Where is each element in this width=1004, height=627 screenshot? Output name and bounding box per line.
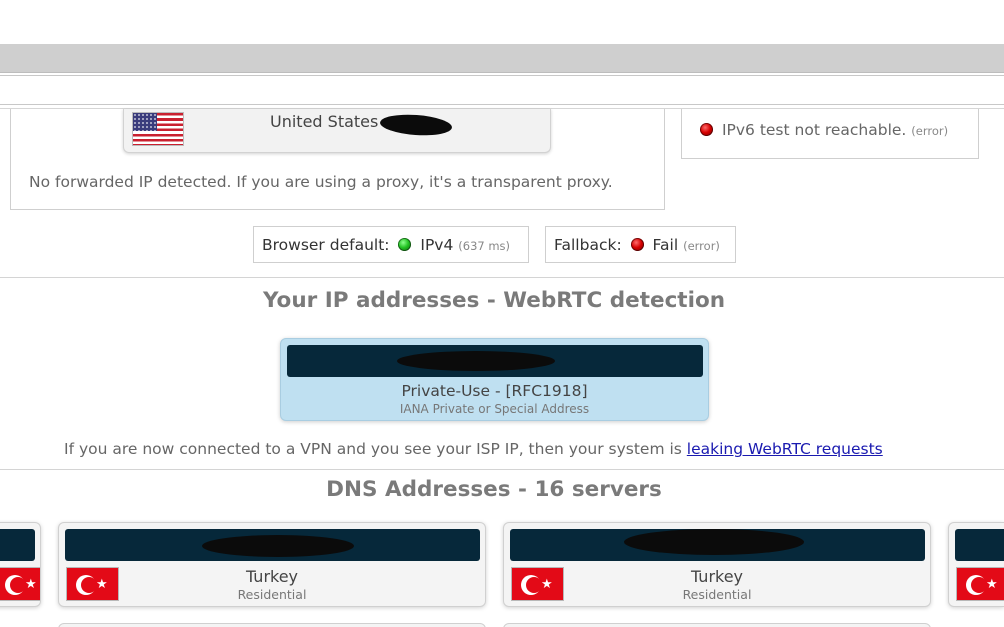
redaction-mark xyxy=(379,112,453,138)
ipv4-country: United States xyxy=(270,112,379,131)
webrtc-section-title: Your IP addresses - WebRTC detection xyxy=(262,288,726,313)
webrtc-leak-link[interactable]: leaking WebRTC requests xyxy=(687,440,883,458)
dns-ip-address-bar xyxy=(955,529,1004,561)
ipv6-status-note: (error) xyxy=(911,124,949,138)
divider xyxy=(0,469,1004,470)
green-status-icon xyxy=(398,238,412,251)
fallback-box: Fallback: Fail (error) xyxy=(545,226,736,263)
dns-server-card: ★ Turkey Residential xyxy=(503,522,931,607)
ipv6-status-text: IPv6 test not reachable. xyxy=(721,121,907,139)
dns-server-card: ★ Turkey Residential xyxy=(58,522,486,607)
proxy-message: No forwarded IP detected. If you are usi… xyxy=(29,173,613,191)
fallback-label: Fallback: xyxy=(554,236,622,254)
browser-default-label: Browser default: xyxy=(262,236,390,254)
dns-ip-address-bar xyxy=(0,529,35,561)
fallback-note: (error) xyxy=(683,239,720,253)
browser-default-latency: (637 ms) xyxy=(458,239,511,253)
red-status-icon xyxy=(630,238,644,251)
red-status-icon xyxy=(700,123,713,136)
browser-default-protocol: IPv4 xyxy=(420,236,454,254)
redaction-mark xyxy=(624,529,804,555)
webrtc-address-type: Private-Use - [RFC1918] xyxy=(401,382,588,400)
ipv4-location-card: United States xyxy=(123,109,551,153)
redaction-mark xyxy=(202,535,354,557)
redaction-mark xyxy=(397,351,555,371)
turkey-flag-icon: ★ xyxy=(0,567,40,601)
fallback-result: Fail xyxy=(652,236,679,254)
webrtc-ip-card: Private-Use - [RFC1918] IANA Private or … xyxy=(280,338,709,421)
dns-server-country: Turkey xyxy=(245,567,299,586)
dns-server-card: ★ xyxy=(0,522,41,607)
browser-default-box: Browser default: IPv4 (637 ms) xyxy=(253,226,529,263)
browser-address-strip[interactable] xyxy=(0,75,1004,105)
dns-section-title: DNS Addresses - 16 servers xyxy=(326,477,662,502)
dns-server-type: Residential xyxy=(237,587,307,602)
browser-toolbar xyxy=(0,44,1004,73)
dns-server-card xyxy=(58,623,486,627)
browser-top-area xyxy=(0,0,1004,44)
dns-server-card: ★ xyxy=(948,522,1004,607)
dns-server-type: Residential xyxy=(682,587,752,602)
vpn-notice-text: If you are now connected to a VPN and yo… xyxy=(64,440,682,458)
us-flag-icon xyxy=(132,112,184,146)
dns-server-country: Turkey xyxy=(690,567,744,586)
divider xyxy=(0,277,1004,278)
ipv6-status: IPv6 test not reachable. (error) xyxy=(700,121,948,139)
dns-server-card xyxy=(503,623,931,627)
vpn-notice: If you are now connected to a VPN and yo… xyxy=(64,440,883,458)
turkey-flag-icon: ★ xyxy=(956,567,1004,601)
webrtc-address-subtype: IANA Private or Special Address xyxy=(399,402,590,416)
